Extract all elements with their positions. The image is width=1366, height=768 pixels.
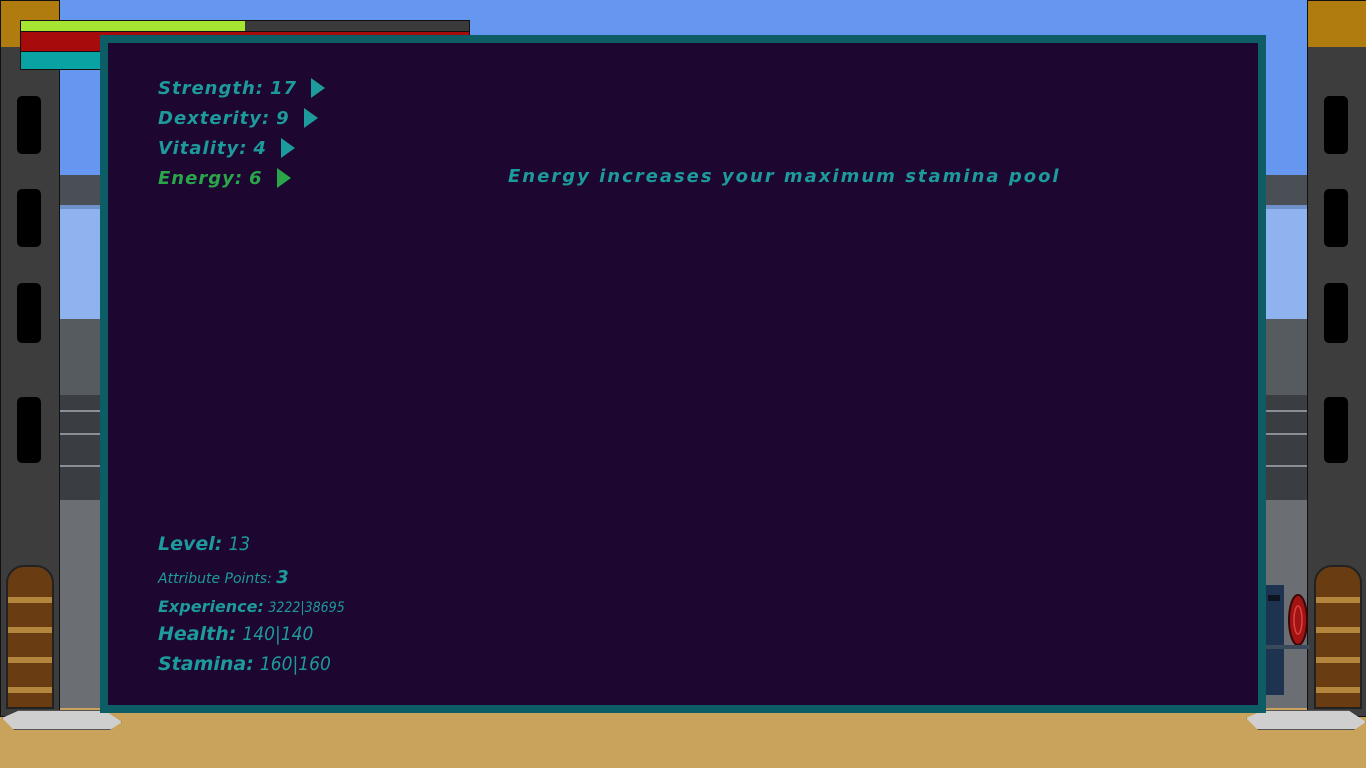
experience-value: 3222|38695 [268, 600, 345, 616]
stamina-info: Stamina: 160|160 [158, 653, 331, 675]
player-knight-sprite [1262, 575, 1312, 705]
attribute-row-vitality: Vitality: 4 [158, 135, 295, 161]
attribute-tooltip: Energy increases your maximum stamina po… [508, 166, 1061, 187]
right-rubble [1246, 710, 1366, 730]
level-label: Level: [158, 533, 223, 555]
increase-strength-arrow-icon[interactable] [311, 78, 326, 98]
attribute-value: 4 [253, 137, 267, 159]
increase-energy-arrow-icon[interactable] [276, 168, 291, 188]
attribute-points-label: Attribute Points: [158, 571, 272, 587]
attribute-row-energy: Energy: 6 [158, 165, 291, 191]
attribute-value: 17 [269, 77, 298, 99]
attribute-row-dexterity: Dexterity: 9 [158, 105, 318, 131]
left-rubble [2, 710, 122, 730]
experience-bar-fill [21, 21, 245, 31]
attribute-value: 6 [249, 167, 263, 189]
experience-info: Experience: 3222|38695 [158, 597, 345, 616]
health-info: Health: 140|140 [158, 623, 313, 645]
left-gate [6, 565, 54, 709]
level-value: 13 [228, 533, 251, 555]
health-value: 140|140 [242, 623, 314, 645]
attribute-label: Vitality: [158, 137, 248, 159]
attribute-label: Energy: [158, 167, 244, 189]
character-stats-panel: Strength: 17 Dexterity: 9 Vitality: 4 En… [100, 35, 1266, 713]
stamina-value: 160|160 [259, 653, 331, 675]
level-info: Level: 13 [158, 533, 250, 555]
experience-label: Experience: [158, 597, 264, 616]
arena-ground [0, 708, 1366, 768]
health-label: Health: [158, 623, 237, 645]
attribute-label: Dexterity: [158, 107, 271, 129]
stamina-label: Stamina: [158, 653, 254, 675]
right-gate [1314, 565, 1362, 709]
attribute-label: Strength: [158, 77, 264, 99]
attribute-points-info: Attribute Points: 3 [158, 567, 289, 588]
increase-vitality-arrow-icon[interactable] [280, 138, 295, 158]
increase-dexterity-arrow-icon[interactable] [303, 108, 318, 128]
attribute-value: 9 [276, 107, 290, 129]
attribute-points-value: 3 [276, 567, 289, 588]
attribute-row-strength: Strength: 17 [158, 75, 326, 101]
